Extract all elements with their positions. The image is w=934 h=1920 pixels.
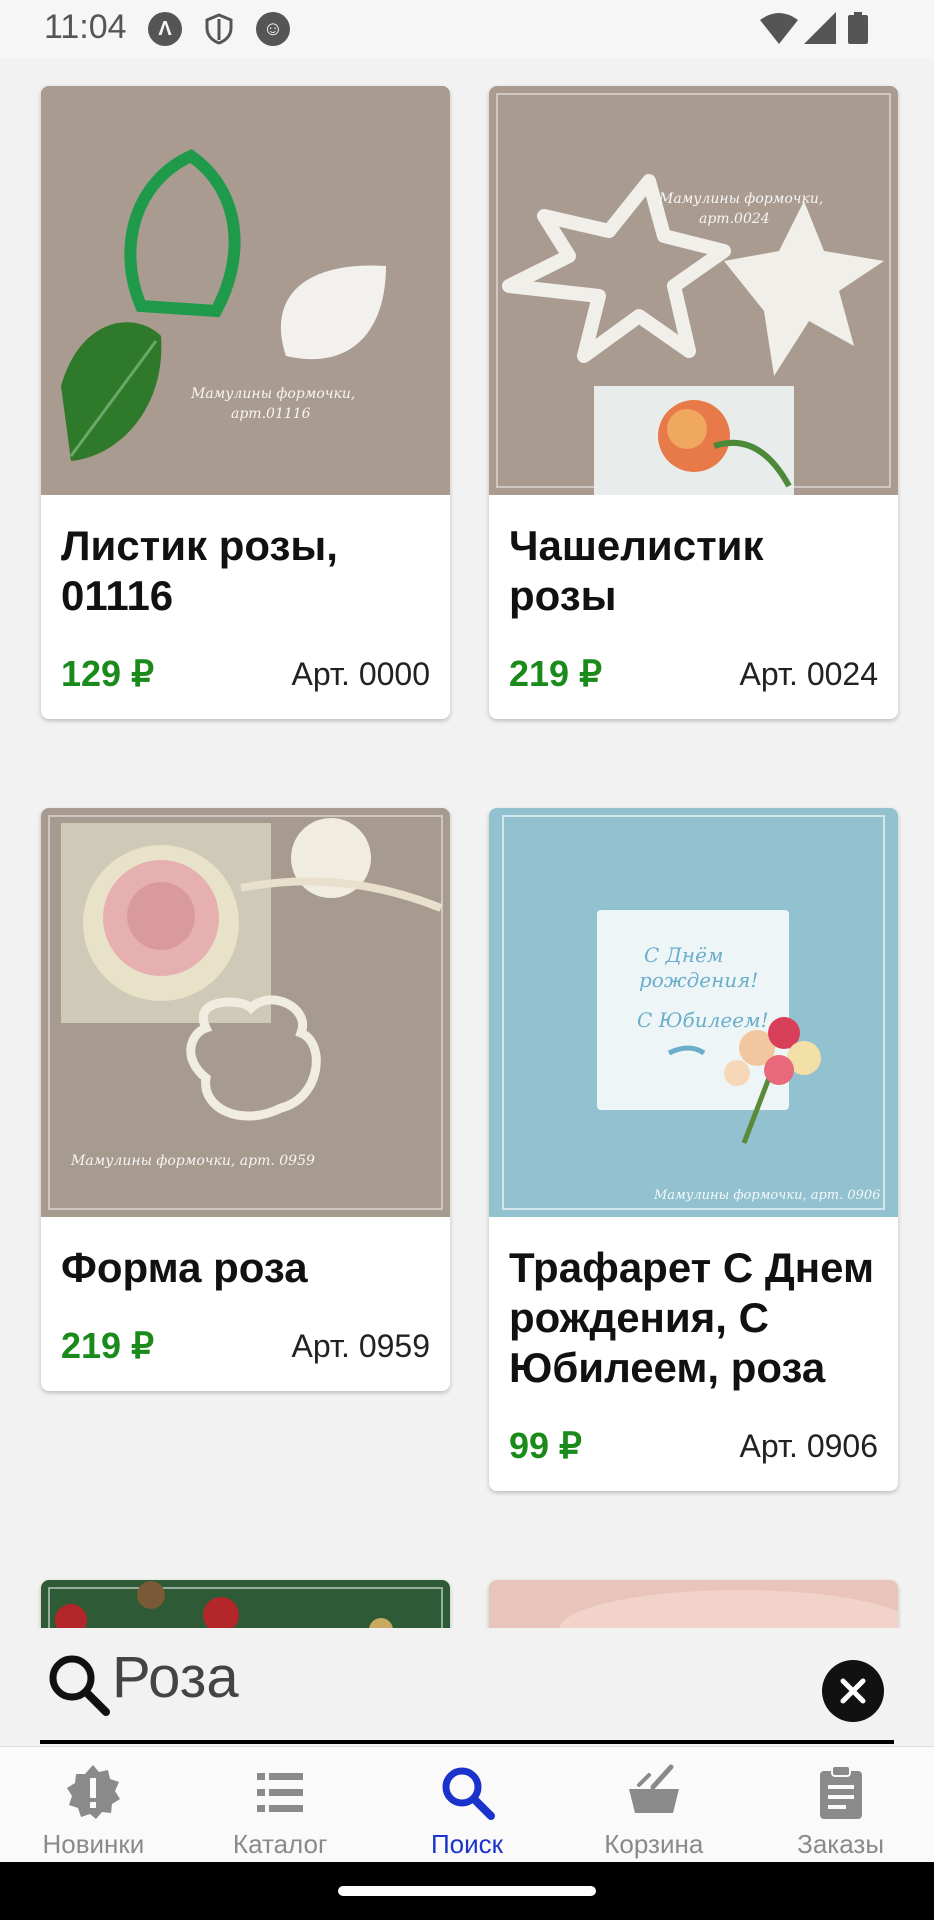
nav-label: Поиск xyxy=(430,1829,504,1859)
alert-badge-icon xyxy=(67,1765,121,1819)
image-watermark: арт.01116 xyxy=(231,406,311,422)
product-card[interactable]: Мамулины формочки, арт. 0959 Форма роза … xyxy=(41,808,450,1391)
app-notification-icon: Λ xyxy=(148,12,182,46)
product-sku: Арт. 0024 xyxy=(739,655,878,692)
product-image: С Днём рождения! С Юбилеем! Мамулины фор… xyxy=(489,808,898,1217)
stencil-text: С Днём xyxy=(644,943,724,967)
product-price: 219 ₽ xyxy=(61,1325,154,1366)
shield-icon xyxy=(202,12,236,46)
product-card[interactable]: Мамулины формочки, арт.01116 Листик розы… xyxy=(41,86,450,719)
nav-label: Заказы xyxy=(797,1829,885,1859)
product-price: 99 ₽ xyxy=(509,1425,582,1466)
product-title: Чашелистик розы xyxy=(509,522,764,619)
product-card[interactable]: Мамулины формочки, арт.0024 Чашелистик р… xyxy=(489,86,898,719)
battery-icon xyxy=(848,12,868,49)
basket-icon xyxy=(628,1764,679,1813)
product-card[interactable] xyxy=(41,1580,450,1628)
product-image: Мамулины формочки, арт.0024 xyxy=(489,86,898,495)
signal-icon xyxy=(804,12,836,49)
cat-face-icon: ☺ xyxy=(256,12,290,46)
clipboard-icon xyxy=(819,1765,862,1819)
search-icon xyxy=(442,1767,495,1820)
product-title: Листик розы, 01116 xyxy=(61,522,338,619)
image-watermark: арт.0024 xyxy=(699,211,770,227)
image-watermark: Мамулины формочки, арт. 0959 xyxy=(71,1153,315,1169)
product-grid[interactable]: Мамулины формочки, арт.01116 Листик розы… xyxy=(0,58,934,1628)
close-icon xyxy=(840,1678,866,1704)
list-icon xyxy=(257,1773,304,1812)
bottom-nav: Новинки Каталог Поиск Корзина Заказы xyxy=(0,1746,934,1863)
image-watermark: Мамулины формочки, xyxy=(191,386,356,402)
product-card[interactable] xyxy=(489,1580,898,1628)
product-price: 219 ₽ xyxy=(509,653,602,694)
status-time: 11:04 xyxy=(44,8,127,46)
product-sku: Арт. 0959 xyxy=(291,1327,430,1364)
nav-new[interactable]: Новинки xyxy=(0,1747,187,1863)
wifi-icon xyxy=(760,12,798,49)
search-bar xyxy=(0,1628,934,1746)
home-gesture-handle[interactable] xyxy=(338,1886,596,1896)
stencil-text: С Юбилеем! xyxy=(637,1008,769,1032)
search-input[interactable] xyxy=(112,1642,792,1712)
image-watermark: Мамулины формочки, xyxy=(659,191,824,207)
nav-search[interactable]: Поиск xyxy=(374,1747,561,1863)
gesture-navigation-bar xyxy=(0,1862,934,1920)
nav-label: Новинки xyxy=(42,1829,145,1859)
search-icon xyxy=(46,1652,110,1721)
nav-catalog[interactable]: Каталог xyxy=(187,1747,374,1863)
product-title: Форма роза xyxy=(61,1244,308,1291)
status-bar: 11:04 Λ ☺ xyxy=(0,0,934,58)
image-watermark: Мамулины формочки, арт. 0906 xyxy=(654,1188,881,1203)
product-image xyxy=(41,1580,450,1628)
stencil-text: рождения! xyxy=(639,968,759,992)
product-image xyxy=(489,1580,898,1628)
product-card[interactable]: С Днём рождения! С Юбилеем! Мамулины фор… xyxy=(489,808,898,1491)
nav-orders[interactable]: Заказы xyxy=(747,1747,934,1863)
product-image: Мамулины формочки, арт. 0959 xyxy=(41,808,450,1217)
product-sku: Арт. 0000 xyxy=(291,655,430,692)
search-underline xyxy=(40,1740,894,1744)
product-image: Мамулины формочки, арт.01116 xyxy=(41,86,450,495)
clear-search-button[interactable] xyxy=(822,1660,884,1722)
nav-cart[interactable]: Корзина xyxy=(560,1747,747,1863)
product-title: Трафарет С Днем рождения, С Юбилеем, роз… xyxy=(509,1244,875,1391)
product-sku: Арт. 0906 xyxy=(739,1427,878,1464)
nav-label: Каталог xyxy=(232,1829,328,1859)
product-price: 129 ₽ xyxy=(61,653,154,694)
nav-label: Корзина xyxy=(604,1829,704,1859)
